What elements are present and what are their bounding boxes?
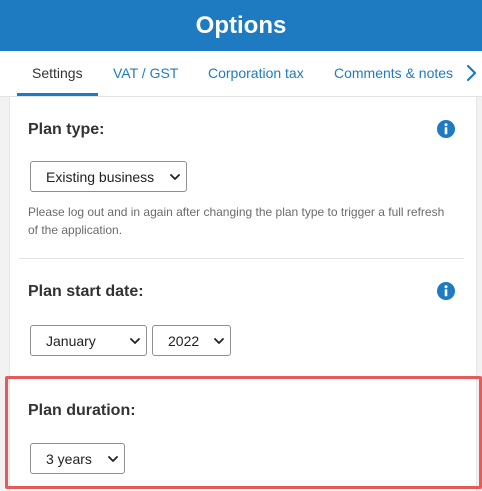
plan-duration-title: Plan duration:	[28, 402, 136, 419]
plan-duration-select-value: 3 years	[46, 450, 92, 467]
page-title: Options	[195, 11, 287, 39]
plan-type-help-text: Please log out and in again after changi…	[28, 205, 445, 237]
start-month-select[interactable]: January	[30, 325, 147, 356]
chevron-right-icon[interactable]	[463, 63, 479, 83]
app-header: Options	[0, 0, 482, 51]
chevron-down-icon	[130, 338, 140, 344]
start-month-select-value: January	[46, 332, 96, 349]
plan-duration-select[interactable]: 3 years	[30, 443, 125, 474]
info-icon[interactable]	[437, 120, 455, 138]
chevron-down-icon	[108, 456, 118, 462]
plan-type-select[interactable]: Existing business	[30, 161, 187, 192]
tab-corporation-tax[interactable]: Corporation tax	[208, 51, 304, 97]
tab-comments-notes[interactable]: Comments & notes	[334, 51, 453, 97]
plan-type-select-value: Existing business	[46, 168, 155, 185]
tab-settings[interactable]: Settings	[32, 51, 83, 97]
tab-vat-gst[interactable]: VAT / GST	[113, 51, 178, 97]
start-year-select-value: 2022	[168, 332, 200, 349]
active-tab-indicator	[17, 93, 98, 96]
info-icon[interactable]	[437, 282, 455, 300]
section-divider	[19, 258, 464, 259]
start-year-select[interactable]: 2022	[152, 325, 231, 356]
chevron-down-icon	[170, 174, 180, 180]
chevron-down-icon	[214, 338, 224, 344]
plan-start-date-title: Plan start date:	[28, 283, 144, 300]
plan-type-title: Plan type:	[28, 121, 105, 138]
tab-bar: Settings VAT / GST Corporation tax Comme…	[0, 51, 482, 97]
